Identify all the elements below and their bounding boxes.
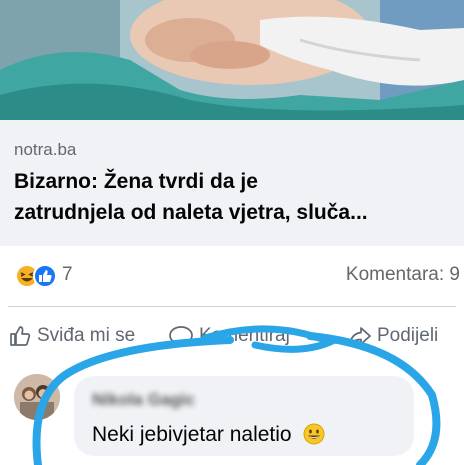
link-domain: notra.ba [14,140,77,159]
action-bar: Sviđa mi se Komentiraj Podijeli [0,310,464,362]
comment-text: Neki jebivjetar naletio [92,423,292,446]
link-title-line-2: zatrudnjela od naleta vjetra, sluča... [14,201,368,224]
thumbs-up-icon [10,326,31,346]
share-label: Podijeli [377,325,439,346]
like-reaction-icon [33,264,57,288]
comment-bubble-icon [169,326,193,346]
grinning-face-icon [303,423,325,451]
comment-label: Komentiraj [199,325,290,346]
share-arrow-icon [349,327,371,346]
like-label: Sviđa mi se [37,325,136,346]
share-button[interactable]: Podijeli [348,322,438,350]
post-photo [0,0,464,120]
reaction-count[interactable]: 7 [62,264,73,286]
comment-text-row: Neki jebivjetar naletio [92,423,325,451]
divider [8,306,456,307]
comment-author[interactable]: Nikola Gagic [92,390,195,410]
comment-count[interactable]: Komentara: 9 [346,264,460,286]
link-title-line-1: Bizarno: Žena tvrdi da je [14,170,258,193]
like-button[interactable]: Sviđa mi se [8,322,135,350]
avatar[interactable] [14,374,60,420]
post-image[interactable] [0,0,464,120]
comment-button[interactable]: Komentiraj [168,322,290,350]
reaction-icons[interactable] [14,263,62,289]
link-title[interactable]: Bizarno: Žena tvrdi da je zatrudnjela od… [14,166,454,228]
